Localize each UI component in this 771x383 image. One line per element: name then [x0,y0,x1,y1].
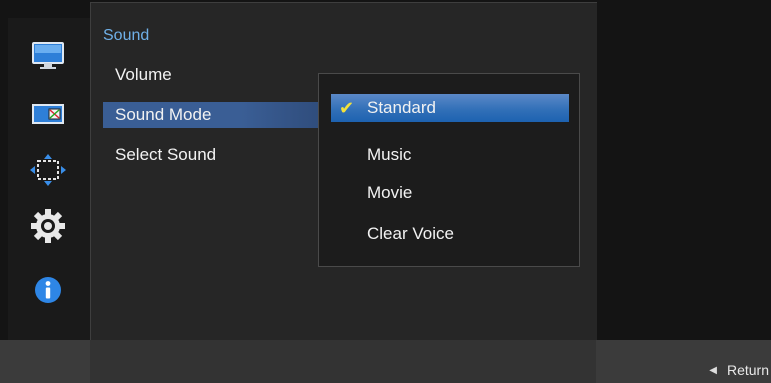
option-label: Clear Voice [367,224,454,243]
option-movie[interactable]: Movie [331,179,569,207]
sidebar [8,18,91,340]
option-standard[interactable]: ✔ Standard [331,94,569,122]
left-arrow-icon: ◀ [709,364,717,376]
footer-bar: ◀ Return [0,340,771,383]
osd-frame: Sound Volume Sound Mode Select Sound ✔ S… [0,0,771,383]
footer-panel-extension [90,340,596,383]
checkmark-icon: ✔ [339,98,355,118]
right-area [597,2,771,340]
option-label: Standard [367,98,436,117]
option-label: Music [367,145,412,164]
position-size-icon[interactable] [26,152,70,188]
return-label: Return [726,362,769,378]
option-label: Movie [367,183,413,202]
option-clear-voice[interactable]: Clear Voice [331,220,569,248]
panel-title: Sound [103,27,150,44]
onscreen-display-icon[interactable] [26,96,70,132]
picture-icon[interactable] [26,38,70,74]
option-music[interactable]: Music [331,141,569,169]
information-icon[interactable] [26,272,70,308]
settings-icon[interactable] [26,208,70,244]
menu-item-volume[interactable]: Volume [103,62,303,88]
menu-item-sound-mode[interactable]: Sound Mode [103,102,333,128]
return-button[interactable]: ◀ Return [709,362,769,378]
menu-item-select-sound[interactable]: Select Sound [103,142,303,168]
sound-mode-submenu: ✔ Standard Music Movie Clear Voice [318,73,580,267]
